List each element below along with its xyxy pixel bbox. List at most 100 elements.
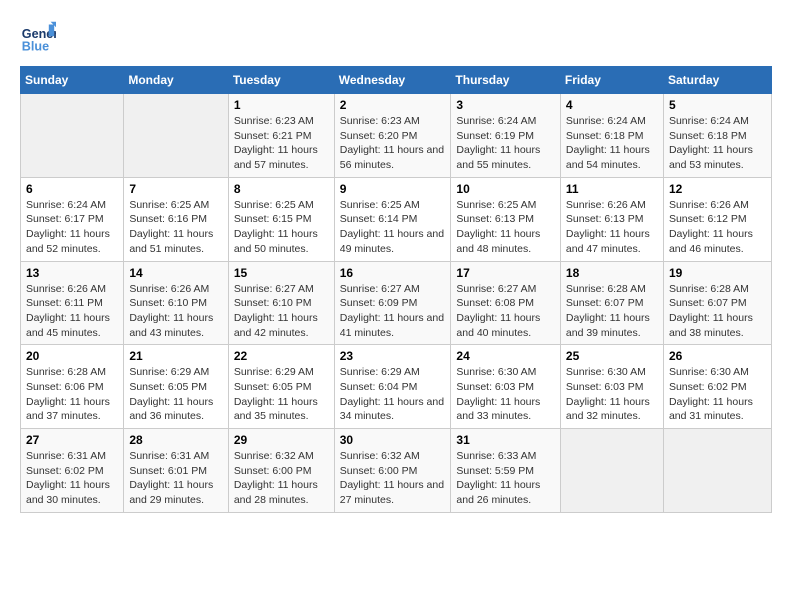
day-number: 30 — [340, 433, 446, 447]
day-number: 9 — [340, 182, 446, 196]
calendar-cell: 6 Sunrise: 6:24 AM Sunset: 6:17 PM Daylig… — [21, 177, 124, 261]
week-row-4: 20 Sunrise: 6:28 AM Sunset: 6:06 PM Dayli… — [21, 345, 772, 429]
day-number: 25 — [566, 349, 658, 363]
weekday-header-wednesday: Wednesday — [334, 67, 451, 94]
day-info: Sunrise: 6:29 AM Sunset: 6:05 PM Dayligh… — [234, 365, 329, 424]
calendar-cell: 12 Sunrise: 6:26 AM Sunset: 6:12 PM Dayli… — [663, 177, 771, 261]
weekday-header-friday: Friday — [560, 67, 663, 94]
day-number: 2 — [340, 98, 446, 112]
calendar-cell: 13 Sunrise: 6:26 AM Sunset: 6:11 PM Dayli… — [21, 261, 124, 345]
day-info: Sunrise: 6:27 AM Sunset: 6:10 PM Dayligh… — [234, 282, 329, 341]
day-info: Sunrise: 6:30 AM Sunset: 6:03 PM Dayligh… — [566, 365, 658, 424]
day-info: Sunrise: 6:31 AM Sunset: 6:02 PM Dayligh… — [26, 449, 118, 508]
day-info: Sunrise: 6:33 AM Sunset: 5:59 PM Dayligh… — [456, 449, 554, 508]
day-info: Sunrise: 6:30 AM Sunset: 6:03 PM Dayligh… — [456, 365, 554, 424]
week-row-1: 1 Sunrise: 6:23 AM Sunset: 6:21 PM Daylig… — [21, 94, 772, 178]
day-number: 6 — [26, 182, 118, 196]
day-info: Sunrise: 6:25 AM Sunset: 6:15 PM Dayligh… — [234, 198, 329, 257]
day-info: Sunrise: 6:24 AM Sunset: 6:18 PM Dayligh… — [566, 114, 658, 173]
day-info: Sunrise: 6:29 AM Sunset: 6:05 PM Dayligh… — [129, 365, 223, 424]
svg-text:Blue: Blue — [22, 40, 49, 54]
day-number: 16 — [340, 266, 446, 280]
day-info: Sunrise: 6:26 AM Sunset: 6:10 PM Dayligh… — [129, 282, 223, 341]
week-row-5: 27Sunrise: 6:31 AM Sunset: 6:02 PM Dayli… — [21, 429, 772, 513]
week-row-2: 6 Sunrise: 6:24 AM Sunset: 6:17 PM Daylig… — [21, 177, 772, 261]
day-number: 1 — [234, 98, 329, 112]
page-header: General Blue — [20, 20, 772, 56]
logo-icon: General Blue — [20, 20, 56, 56]
day-info: Sunrise: 6:26 AM Sunset: 6:13 PM Dayligh… — [566, 198, 658, 257]
logo: General Blue — [20, 20, 56, 56]
day-number: 14 — [129, 266, 223, 280]
calendar-cell: 28Sunrise: 6:31 AM Sunset: 6:01 PM Dayli… — [124, 429, 229, 513]
day-info: Sunrise: 6:24 AM Sunset: 6:19 PM Dayligh… — [456, 114, 554, 173]
calendar-cell: 3 Sunrise: 6:24 AM Sunset: 6:19 PM Daylig… — [451, 94, 560, 178]
day-number: 13 — [26, 266, 118, 280]
calendar-cell: 9 Sunrise: 6:25 AM Sunset: 6:14 PM Daylig… — [334, 177, 451, 261]
day-number: 3 — [456, 98, 554, 112]
day-info: Sunrise: 6:24 AM Sunset: 6:17 PM Dayligh… — [26, 198, 118, 257]
calendar-cell: 1 Sunrise: 6:23 AM Sunset: 6:21 PM Daylig… — [228, 94, 334, 178]
day-number: 18 — [566, 266, 658, 280]
day-info: Sunrise: 6:25 AM Sunset: 6:14 PM Dayligh… — [340, 198, 446, 257]
day-number: 26 — [669, 349, 766, 363]
calendar-cell: 7 Sunrise: 6:25 AM Sunset: 6:16 PM Daylig… — [124, 177, 229, 261]
day-number: 28 — [129, 433, 223, 447]
day-info: Sunrise: 6:27 AM Sunset: 6:08 PM Dayligh… — [456, 282, 554, 341]
day-number: 7 — [129, 182, 223, 196]
week-row-3: 13 Sunrise: 6:26 AM Sunset: 6:11 PM Dayli… — [21, 261, 772, 345]
weekday-header-saturday: Saturday — [663, 67, 771, 94]
day-number: 23 — [340, 349, 446, 363]
calendar-cell: 19 Sunrise: 6:28 AM Sunset: 6:07 PM Dayli… — [663, 261, 771, 345]
day-info: Sunrise: 6:28 AM Sunset: 6:06 PM Dayligh… — [26, 365, 118, 424]
day-info: Sunrise: 6:26 AM Sunset: 6:12 PM Dayligh… — [669, 198, 766, 257]
day-info: Sunrise: 6:30 AM Sunset: 6:02 PM Dayligh… — [669, 365, 766, 424]
day-info: Sunrise: 6:25 AM Sunset: 6:13 PM Dayligh… — [456, 198, 554, 257]
calendar-cell: 10 Sunrise: 6:25 AM Sunset: 6:13 PM Dayli… — [451, 177, 560, 261]
calendar-cell — [560, 429, 663, 513]
day-number: 8 — [234, 182, 329, 196]
day-info: Sunrise: 6:32 AM Sunset: 6:00 PM Dayligh… — [234, 449, 329, 508]
day-number: 19 — [669, 266, 766, 280]
calendar-cell: 17 Sunrise: 6:27 AM Sunset: 6:08 PM Dayli… — [451, 261, 560, 345]
weekday-header-sunday: Sunday — [21, 67, 124, 94]
calendar-cell: 2Sunrise: 6:23 AM Sunset: 6:20 PM Daylig… — [334, 94, 451, 178]
day-number: 22 — [234, 349, 329, 363]
day-info: Sunrise: 6:26 AM Sunset: 6:11 PM Dayligh… — [26, 282, 118, 341]
day-number: 15 — [234, 266, 329, 280]
day-number: 5 — [669, 98, 766, 112]
calendar-cell: 27Sunrise: 6:31 AM Sunset: 6:02 PM Dayli… — [21, 429, 124, 513]
calendar-cell: 11Sunrise: 6:26 AM Sunset: 6:13 PM Dayli… — [560, 177, 663, 261]
day-number: 31 — [456, 433, 554, 447]
day-number: 29 — [234, 433, 329, 447]
day-number: 12 — [669, 182, 766, 196]
calendar-cell: 18 Sunrise: 6:28 AM Sunset: 6:07 PM Dayli… — [560, 261, 663, 345]
calendar-cell: 25 Sunrise: 6:30 AM Sunset: 6:03 PM Dayli… — [560, 345, 663, 429]
calendar-cell: 26 Sunrise: 6:30 AM Sunset: 6:02 PM Dayli… — [663, 345, 771, 429]
day-info: Sunrise: 6:25 AM Sunset: 6:16 PM Dayligh… — [129, 198, 223, 257]
calendar-cell: 23 Sunrise: 6:29 AM Sunset: 6:04 PM Dayli… — [334, 345, 451, 429]
day-number: 10 — [456, 182, 554, 196]
calendar-cell: 15 Sunrise: 6:27 AM Sunset: 6:10 PM Dayli… — [228, 261, 334, 345]
calendar-table: SundayMondayTuesdayWednesdayThursdayFrid… — [20, 66, 772, 513]
weekday-header-thursday: Thursday — [451, 67, 560, 94]
day-info: Sunrise: 6:32 AM Sunset: 6:00 PM Dayligh… — [340, 449, 446, 508]
day-number: 21 — [129, 349, 223, 363]
day-number: 24 — [456, 349, 554, 363]
calendar-cell — [124, 94, 229, 178]
day-info: Sunrise: 6:28 AM Sunset: 6:07 PM Dayligh… — [566, 282, 658, 341]
day-info: Sunrise: 6:29 AM Sunset: 6:04 PM Dayligh… — [340, 365, 446, 424]
weekday-header-monday: Monday — [124, 67, 229, 94]
calendar-cell: 4Sunrise: 6:24 AM Sunset: 6:18 PM Daylig… — [560, 94, 663, 178]
day-number: 17 — [456, 266, 554, 280]
day-info: Sunrise: 6:28 AM Sunset: 6:07 PM Dayligh… — [669, 282, 766, 341]
day-info: Sunrise: 6:24 AM Sunset: 6:18 PM Dayligh… — [669, 114, 766, 173]
calendar-cell: 8 Sunrise: 6:25 AM Sunset: 6:15 PM Daylig… — [228, 177, 334, 261]
calendar-cell: 21 Sunrise: 6:29 AM Sunset: 6:05 PM Dayli… — [124, 345, 229, 429]
calendar-cell: 20 Sunrise: 6:28 AM Sunset: 6:06 PM Dayli… — [21, 345, 124, 429]
weekday-header-tuesday: Tuesday — [228, 67, 334, 94]
calendar-cell: 29 Sunrise: 6:32 AM Sunset: 6:00 PM Dayli… — [228, 429, 334, 513]
day-number: 20 — [26, 349, 118, 363]
calendar-cell: 5 Sunrise: 6:24 AM Sunset: 6:18 PM Daylig… — [663, 94, 771, 178]
day-info: Sunrise: 6:23 AM Sunset: 6:21 PM Dayligh… — [234, 114, 329, 173]
